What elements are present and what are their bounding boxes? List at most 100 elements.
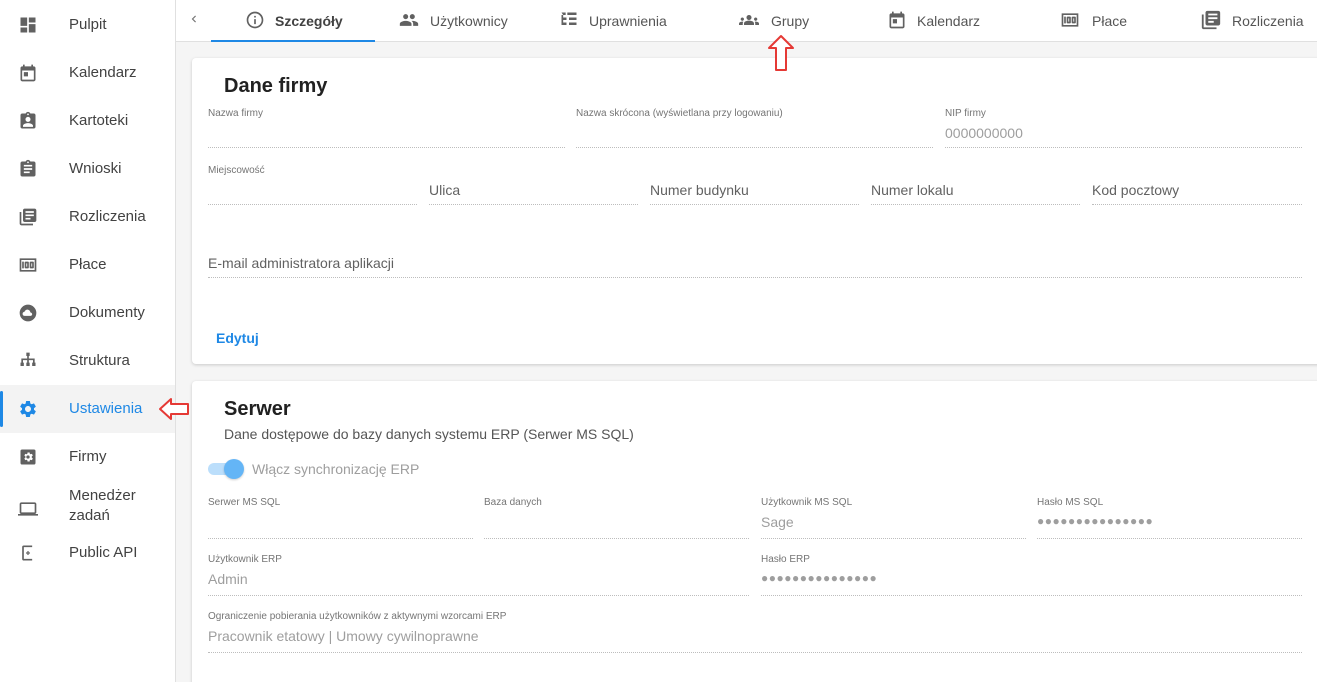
sidebar-item-label: Płace xyxy=(69,256,107,273)
chevron-left-icon[interactable] xyxy=(184,9,204,29)
field-value: Pracownik etatowy | Umowy cywilnoprawne xyxy=(208,628,479,644)
field-placeholder: Numer lokalu xyxy=(871,182,954,198)
postcode-field[interactable]: Kod pocztowy xyxy=(1092,163,1302,205)
apartment-number-field[interactable]: Numer lokalu xyxy=(871,163,1080,205)
short-name-field[interactable]: Nazwa skrócona (wyświetlana przy logowan… xyxy=(576,106,933,148)
field-label: Ograniczenie pobierania użytkowników z a… xyxy=(208,611,507,622)
field-label: Nazwa skrócona (wyświetlana przy logowan… xyxy=(576,108,783,119)
tab-uzytkownicy[interactable]: Użytkownicy xyxy=(398,0,508,42)
sidebar-item-label: Public API xyxy=(69,544,138,561)
field-placeholder: Numer budynku xyxy=(650,182,749,198)
field-value: ●●●●●●●●●●●●●●● xyxy=(1037,514,1154,528)
api-icon xyxy=(17,542,39,564)
erp-password-field[interactable]: Hasło ERP ●●●●●●●●●●●●●●● xyxy=(761,554,1302,596)
sidebar-item-kalendarz[interactable]: Kalendarz xyxy=(0,49,175,97)
field-label: NIP firmy xyxy=(945,108,986,119)
tab-uprawnienia[interactable]: Uprawnienia xyxy=(559,0,667,42)
mssql-password-field[interactable]: Hasło MS SQL ●●●●●●●●●●●●●●● xyxy=(1037,497,1302,539)
field-label: Baza danych xyxy=(484,497,542,508)
admin-email-field[interactable]: E-mail administratora aplikacji xyxy=(208,236,1302,278)
sidebar-item-label: Rozliczenia xyxy=(69,208,146,225)
field-placeholder: Ulica xyxy=(429,182,461,198)
sidebar-item-ustawienia[interactable]: Ustawienia xyxy=(0,385,175,433)
field-value: 0000000000 xyxy=(945,125,1023,141)
field-value: Admin xyxy=(208,571,248,587)
tab-szczegoly[interactable]: Szczegóły xyxy=(211,0,375,42)
field-label: Hasło ERP xyxy=(761,554,810,565)
sidebar-item-wnioski[interactable]: Wnioski xyxy=(0,145,175,193)
street-field[interactable]: Ulica xyxy=(429,163,638,205)
mssql-user-field[interactable]: Użytkownik MS SQL Sage xyxy=(761,497,1026,539)
sidebar-item-label: Kalendarz xyxy=(69,64,137,81)
library-books-icon xyxy=(17,206,39,228)
hierarchy-icon xyxy=(559,10,579,33)
card-title: Dane firmy xyxy=(224,75,328,97)
sidebar-item-pulpit[interactable]: Pulpit xyxy=(0,1,175,49)
tab-bar: Szczegóły Użytkownicy Uprawnienia Grupy … xyxy=(176,0,1317,42)
settings-box-icon xyxy=(17,446,39,468)
sidebar-item-label: Kartoteki xyxy=(69,112,129,129)
org-structure-icon xyxy=(17,350,39,372)
annotation-arrow-left-icon xyxy=(159,398,189,420)
field-value: ●●●●●●●●●●●●●●● xyxy=(761,571,878,585)
toggle-knob xyxy=(224,459,244,479)
mssql-server-field[interactable]: Serwer MS SQL xyxy=(208,497,473,539)
field-label: Użytkownik MS SQL xyxy=(761,497,853,508)
nip-field[interactable]: NIP firmy 0000000000 xyxy=(945,106,1302,148)
erp-sync-toggle[interactable] xyxy=(208,459,244,479)
money-icon xyxy=(17,254,39,276)
sidebar-item-dokumenty[interactable]: Dokumenty xyxy=(0,289,175,337)
annotation-arrow-up-icon xyxy=(768,35,794,71)
card-title: Serwer xyxy=(224,398,291,420)
edit-button[interactable]: Edytuj xyxy=(216,330,259,346)
laptop-icon xyxy=(17,498,39,520)
money-icon xyxy=(1058,10,1082,33)
field-label: Nazwa firmy xyxy=(208,108,264,119)
sidebar-item-kartoteki[interactable]: Kartoteki xyxy=(0,97,175,145)
tab-kalendarz[interactable]: Kalendarz xyxy=(887,0,980,42)
calendar-icon xyxy=(17,62,39,84)
sidebar-item-rozliczenia[interactable]: Rozliczenia xyxy=(0,193,175,241)
city-field[interactable]: Miejscowość xyxy=(208,163,417,205)
tab-place[interactable]: Płace xyxy=(1058,0,1127,42)
sidebar-item-label: Firmy xyxy=(69,448,107,465)
sidebar-item-label: Wnioski xyxy=(69,160,122,177)
clipboard-icon xyxy=(17,158,39,180)
company-name-field[interactable]: Nazwa firmy xyxy=(208,106,565,148)
tab-rozliczenia[interactable]: Rozliczenia xyxy=(1200,0,1304,42)
sidebar-item-firmy[interactable]: Firmy xyxy=(0,433,175,481)
field-placeholder: Kod pocztowy xyxy=(1092,182,1180,198)
field-label: Użytkownik ERP xyxy=(208,554,282,565)
sidebar-item-public-api[interactable]: Public API xyxy=(0,529,175,577)
database-field[interactable]: Baza danych xyxy=(484,497,749,539)
building-number-field[interactable]: Numer budynku xyxy=(650,163,859,205)
sidebar-item-place[interactable]: Płace xyxy=(0,241,175,289)
field-placeholder: E-mail administratora aplikacji xyxy=(208,255,394,271)
library-books-icon xyxy=(1200,9,1222,34)
sidebar-item-label: Dokumenty xyxy=(69,304,145,321)
sidebar: Pulpit Kalendarz Kartoteki Wnioski Rozli… xyxy=(0,0,176,682)
cloud-icon xyxy=(17,302,39,324)
erp-restriction-field[interactable]: Ograniczenie pobierania użytkowników z a… xyxy=(208,611,1302,653)
tab-label: Płace xyxy=(1092,13,1128,29)
gear-icon xyxy=(17,398,39,420)
sidebar-item-label: Struktura xyxy=(69,352,130,369)
tab-label: Grupy xyxy=(771,13,810,29)
field-label: Hasło MS SQL xyxy=(1037,497,1104,508)
server-card: Serwer Dane dostępowe do bazy danych sys… xyxy=(192,381,1317,682)
tab-label: Szczegóły xyxy=(275,13,343,29)
erp-user-field[interactable]: Użytkownik ERP Admin xyxy=(208,554,749,596)
groups-icon xyxy=(737,10,761,33)
dashboard-icon xyxy=(17,14,39,36)
sidebar-item-struktura[interactable]: Struktura xyxy=(0,337,175,385)
erp-sync-label: Włącz synchronizację ERP xyxy=(252,461,420,477)
users-icon xyxy=(398,10,420,33)
tab-label: Rozliczenia xyxy=(1232,13,1304,29)
field-label: Miejscowość xyxy=(208,165,265,176)
sidebar-item-label: Menedżer zadań xyxy=(69,487,136,524)
sidebar-item-label: Ustawienia xyxy=(69,400,143,417)
sidebar-item-label: Pulpit xyxy=(69,16,107,33)
tab-label: Kalendarz xyxy=(917,13,981,29)
person-badge-icon xyxy=(17,110,39,132)
card-subtitle: Dane dostępowe do bazy danych systemu ER… xyxy=(224,426,634,442)
